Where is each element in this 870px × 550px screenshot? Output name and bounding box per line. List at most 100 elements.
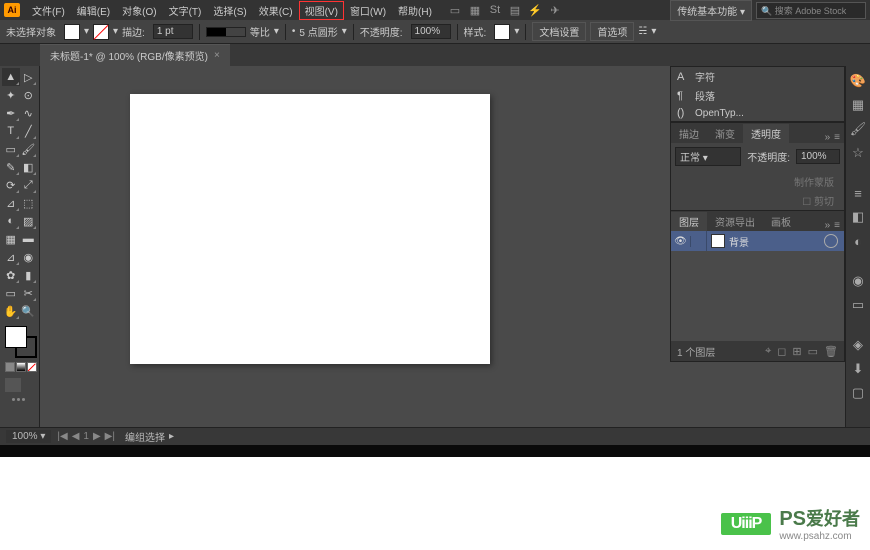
panel-expand-icon[interactable]: » bbox=[825, 132, 831, 143]
menu-edit[interactable]: 编辑(E) bbox=[71, 1, 116, 20]
menu-help[interactable]: 帮助(H) bbox=[392, 1, 438, 20]
artboards-panel-icon[interactable]: ▢ bbox=[849, 384, 867, 402]
align-icon[interactable]: ☵ bbox=[638, 26, 647, 37]
brushes-panel-icon[interactable]: 🖌 bbox=[849, 120, 867, 138]
tab-gradient[interactable]: 渐变 bbox=[707, 124, 743, 143]
selection-tool[interactable]: ▲ bbox=[2, 68, 20, 86]
visibility-toggle[interactable]: 👁 bbox=[671, 236, 691, 247]
layers-panel-icon[interactable]: ◈ bbox=[849, 336, 867, 354]
style-swatch[interactable] bbox=[494, 24, 510, 40]
free-transform-tool[interactable]: ⬚ bbox=[20, 194, 38, 212]
panel-menu-icon[interactable]: ≡ bbox=[834, 220, 840, 231]
line-tool[interactable]: ╱ bbox=[20, 122, 38, 140]
color-mode-solid[interactable] bbox=[5, 362, 15, 372]
pen-tool[interactable]: ✒ bbox=[2, 104, 20, 122]
stock-icon[interactable]: St bbox=[488, 3, 502, 17]
rotate-tool[interactable]: ⟳ bbox=[2, 176, 20, 194]
panel-expand-icon[interactable]: » bbox=[825, 220, 831, 231]
swatches-panel-icon[interactable]: ▦ bbox=[849, 96, 867, 114]
nav-current[interactable]: 1 bbox=[83, 431, 89, 442]
gradient-panel-icon[interactable]: ◧ bbox=[849, 208, 867, 226]
locate-object-icon[interactable]: ⌖ bbox=[765, 345, 771, 358]
search-input[interactable]: 🔍 搜索 Adobe Stock bbox=[756, 2, 866, 19]
shaper-tool[interactable]: ✎ bbox=[2, 158, 20, 176]
bridge-icon[interactable]: ▭ bbox=[448, 3, 462, 17]
character-panel-row[interactable]: A字符 bbox=[671, 67, 844, 86]
menu-select[interactable]: 选择(S) bbox=[207, 1, 252, 20]
type-tool[interactable]: T bbox=[2, 122, 20, 140]
eyedropper-tool[interactable]: ⊿ bbox=[2, 248, 20, 266]
layer-name[interactable]: 背景 bbox=[729, 234, 824, 249]
artboard[interactable] bbox=[130, 94, 490, 364]
menu-file[interactable]: 文件(F) bbox=[26, 1, 71, 20]
menu-effect[interactable]: 效果(C) bbox=[253, 1, 299, 20]
document-tab[interactable]: 未标题-1* @ 100% (RGB/像素预览) × bbox=[40, 44, 230, 66]
menu-window[interactable]: 窗口(W) bbox=[344, 1, 392, 20]
appearance-panel-icon[interactable]: ◉ bbox=[849, 272, 867, 290]
gpu-icon[interactable]: ⚡ bbox=[528, 3, 542, 17]
edit-toolbar-icon[interactable] bbox=[12, 398, 37, 401]
hand-tool[interactable]: ✋ bbox=[2, 302, 20, 320]
asset-export-icon[interactable]: ⬇ bbox=[849, 360, 867, 378]
workspace-switcher[interactable]: 传统基本功能 ▾ bbox=[670, 0, 752, 21]
opacity-value-input[interactable]: 100% bbox=[796, 149, 840, 164]
screen-mode-button[interactable] bbox=[5, 378, 21, 392]
zoom-level[interactable]: 100% ▾ bbox=[6, 430, 51, 443]
grid-icon[interactable]: ▤ bbox=[508, 3, 522, 17]
slice-tool[interactable]: ✂ bbox=[20, 284, 38, 302]
blend-mode-dropdown[interactable]: 正常 ▾ bbox=[675, 147, 741, 166]
graph-tool[interactable]: ▮ bbox=[20, 266, 38, 284]
paragraph-panel-row[interactable]: ¶段落 bbox=[671, 86, 844, 105]
tab-artboards[interactable]: 画板 bbox=[763, 212, 799, 231]
symbols-panel-icon[interactable]: ☆ bbox=[849, 144, 867, 162]
gradient-tool[interactable]: ▬ bbox=[20, 230, 38, 248]
layer-row[interactable]: 👁 背景 bbox=[671, 231, 844, 251]
nav-prev[interactable]: ◀ bbox=[72, 431, 80, 442]
lock-toggle[interactable] bbox=[691, 231, 707, 251]
stroke-profile[interactable] bbox=[206, 27, 246, 37]
new-sublayer-icon[interactable]: ⊞ bbox=[792, 345, 801, 358]
opentype-panel-row[interactable]: ()OpenTyp... bbox=[671, 105, 844, 121]
shape-builder-tool[interactable]: ◐ bbox=[2, 212, 20, 230]
fill-color[interactable] bbox=[5, 326, 27, 348]
stroke-weight-input[interactable] bbox=[153, 24, 193, 39]
paintbrush-tool[interactable]: 🖌 bbox=[20, 140, 38, 158]
arrange-icon[interactable]: ▦ bbox=[468, 3, 482, 17]
nav-last[interactable]: ▶| bbox=[105, 431, 115, 442]
menu-object[interactable]: 对象(O) bbox=[116, 1, 162, 20]
clipping-mask-icon[interactable]: ◻ bbox=[777, 345, 786, 358]
prefs-button[interactable]: 首选项 bbox=[590, 22, 634, 41]
symbol-sprayer-tool[interactable]: ✿ bbox=[2, 266, 20, 284]
transparency-panel-icon[interactable]: ◐ bbox=[849, 232, 867, 250]
curvature-tool[interactable]: ∿ bbox=[20, 104, 38, 122]
doc-setup-button[interactable]: 文档设置 bbox=[532, 22, 586, 41]
stroke-panel-icon[interactable]: ≡ bbox=[849, 184, 867, 202]
nav-first[interactable]: |◀ bbox=[57, 431, 67, 442]
color-panel-icon[interactable]: 🎨 bbox=[849, 72, 867, 90]
magic-wand-tool[interactable]: ✦ bbox=[2, 86, 20, 104]
scale-tool[interactable]: ⤢ bbox=[20, 176, 38, 194]
make-mask-button[interactable]: 制作蒙版 bbox=[675, 172, 840, 191]
stroke-swatch[interactable] bbox=[93, 24, 109, 40]
menu-type[interactable]: 文字(T) bbox=[163, 1, 208, 20]
mesh-tool[interactable]: ▦ bbox=[2, 230, 20, 248]
fill-swatch[interactable] bbox=[64, 24, 80, 40]
fill-stroke-control[interactable] bbox=[5, 326, 37, 358]
tab-transparency[interactable]: 透明度 bbox=[743, 124, 789, 143]
send-icon[interactable]: ✈ bbox=[548, 3, 562, 17]
tab-close-icon[interactable]: × bbox=[214, 50, 220, 61]
color-mode-none[interactable] bbox=[27, 362, 37, 372]
blend-tool[interactable]: ◉ bbox=[20, 248, 38, 266]
color-mode-gradient[interactable] bbox=[16, 362, 26, 372]
tab-layers[interactable]: 图层 bbox=[671, 212, 707, 231]
new-layer-icon[interactable]: ▭ bbox=[808, 345, 818, 358]
delete-layer-icon[interactable]: 🗑 bbox=[824, 345, 838, 358]
tab-asset-export[interactable]: 资源导出 bbox=[707, 212, 763, 231]
graphic-styles-icon[interactable]: ▭ bbox=[849, 296, 867, 314]
rectangle-tool[interactable]: ▭ bbox=[2, 140, 20, 158]
tab-stroke[interactable]: 描边 bbox=[671, 124, 707, 143]
perspective-tool[interactable]: ▨ bbox=[20, 212, 38, 230]
layer-target-icon[interactable] bbox=[824, 234, 838, 248]
width-tool[interactable]: ⊿ bbox=[2, 194, 20, 212]
artboard-tool[interactable]: ▭ bbox=[2, 284, 20, 302]
